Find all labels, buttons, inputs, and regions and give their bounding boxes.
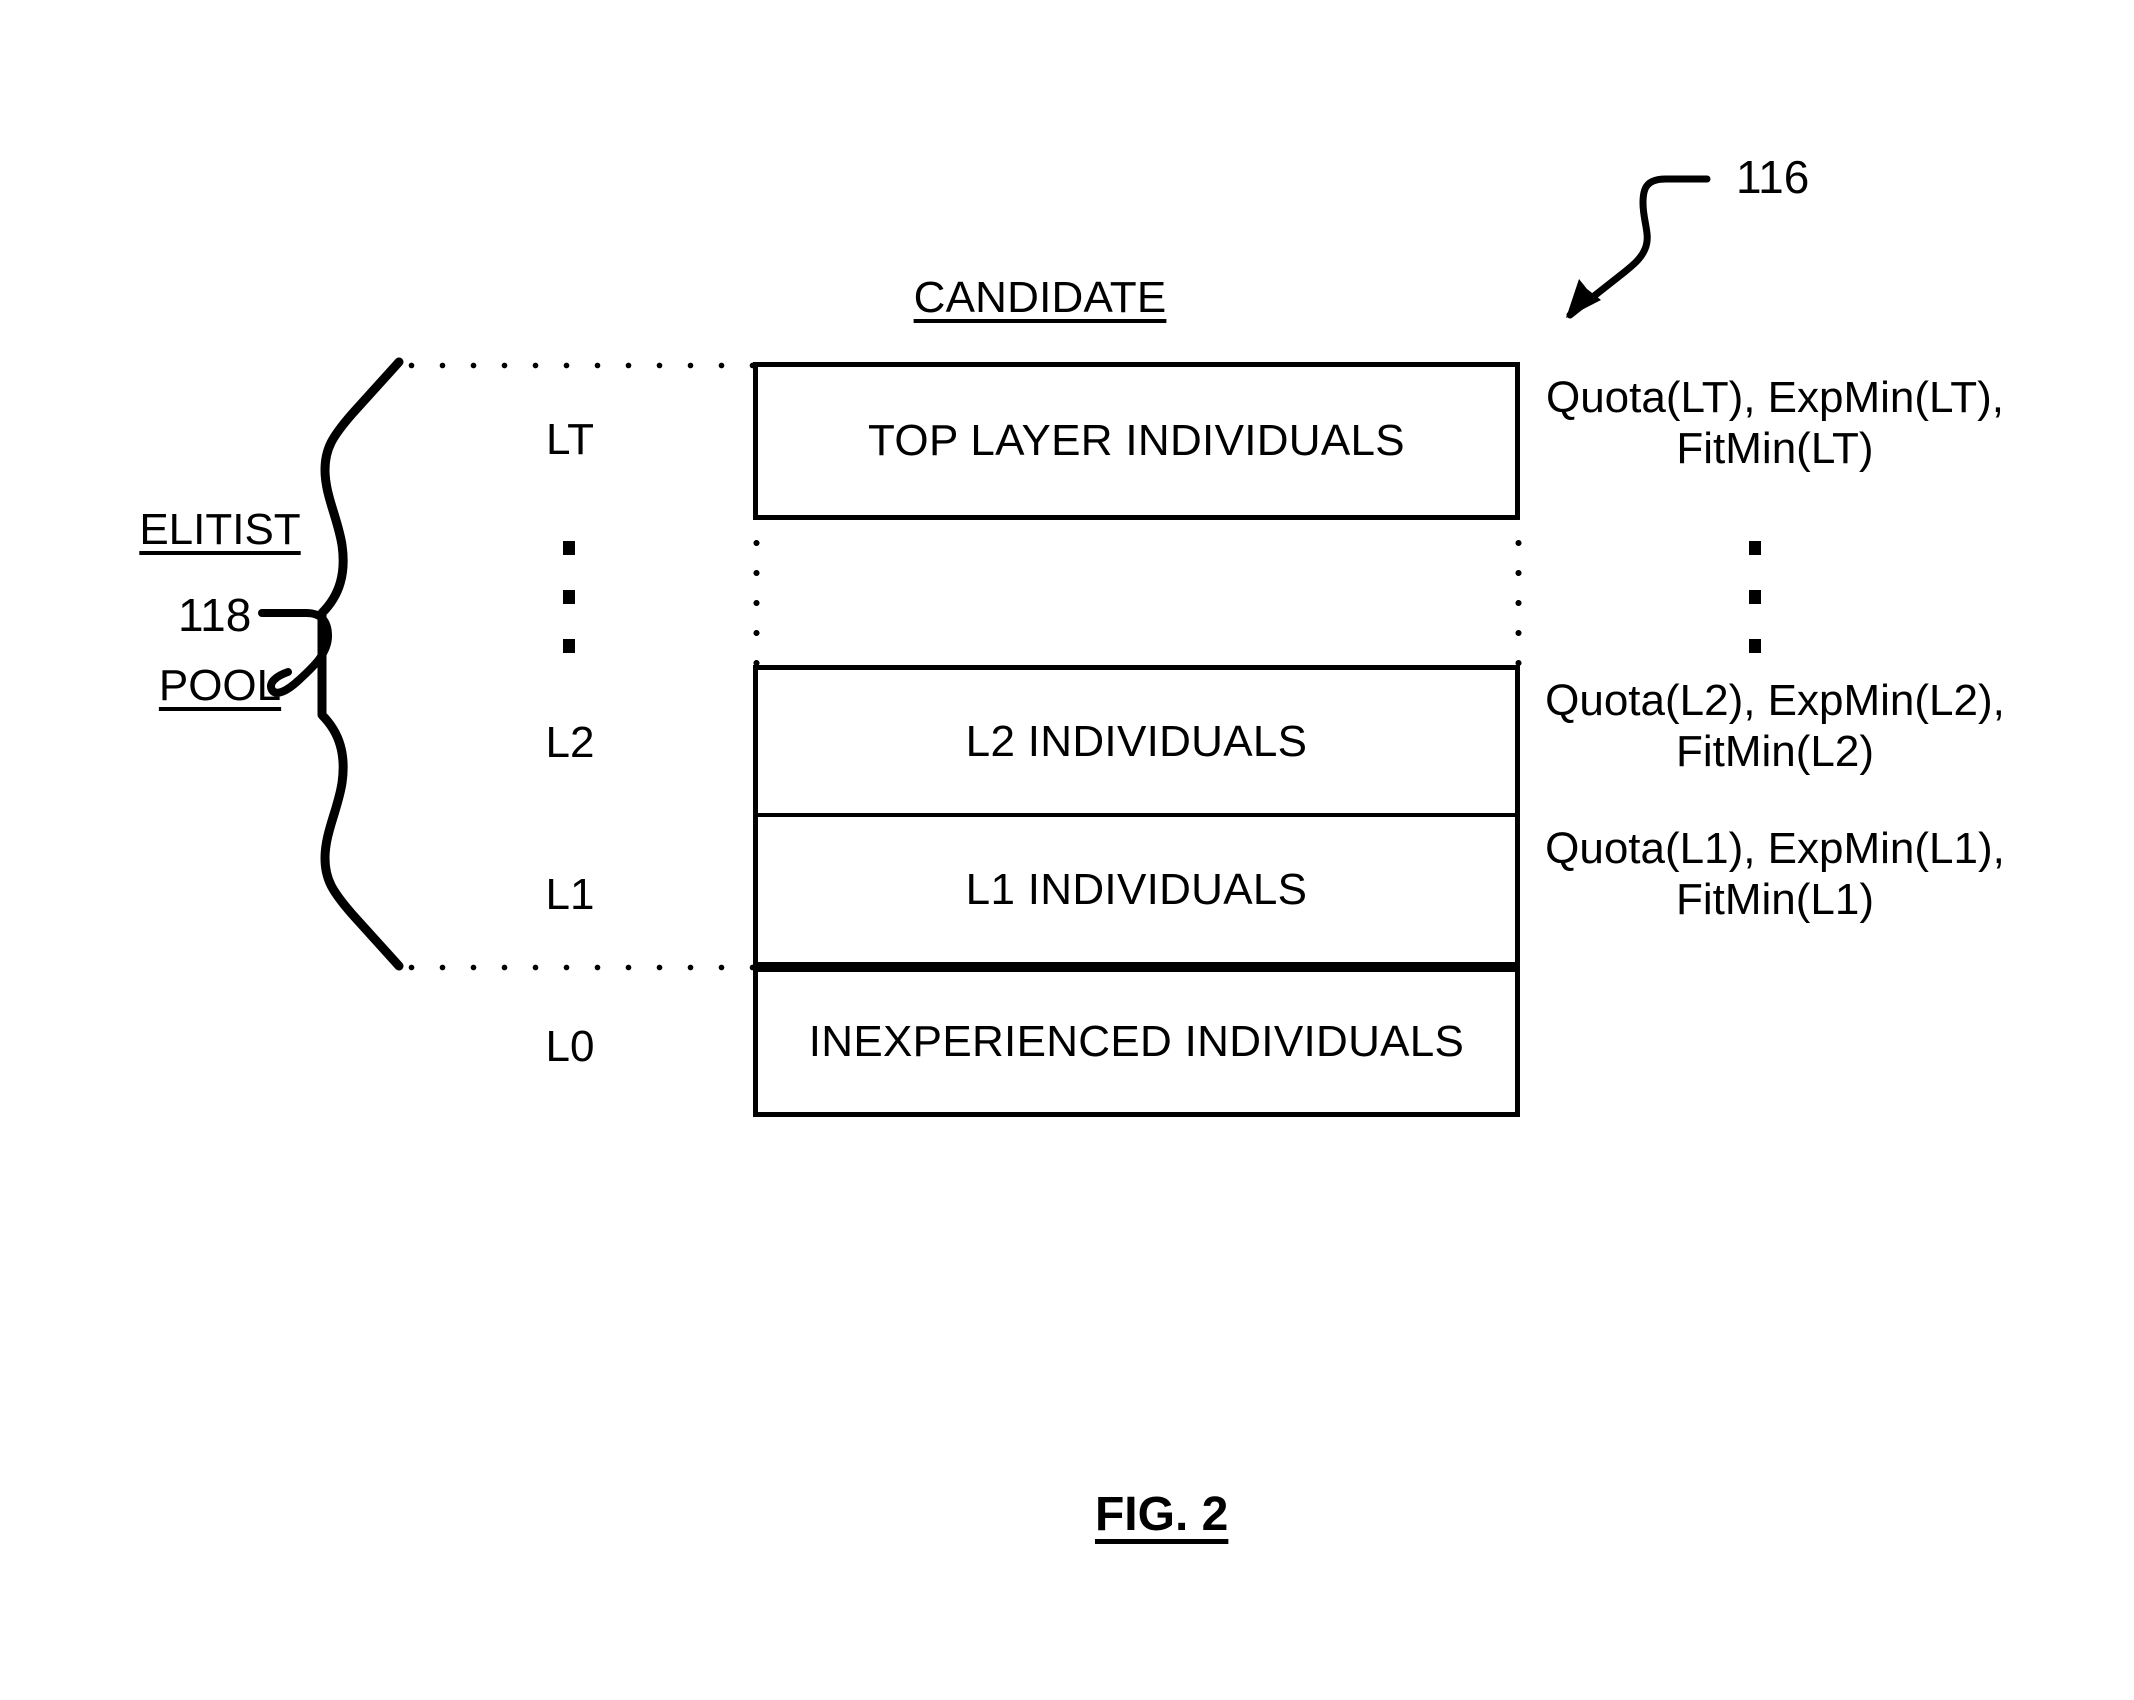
elitist-pool-line-2: POOL [85,660,355,712]
layer-tag-l0: L0 [545,1022,595,1071]
page-title-text-1: CANDIDATE [913,272,1167,322]
layer-box-lt: TOP LAYER INDIVIDUALS [753,362,1520,520]
layer-tag-l1: L1 [545,870,595,919]
layer-annotation-lt-line-1: Quota(LT), ExpMin(LT), [1545,373,2005,422]
layer-annotation-l2-line-2: FitMin(L2) [1675,727,1875,777]
figure-caption: FIG. 2 [935,1430,1335,1600]
figure-canvas: CANDIDATE GENE POOL 116 ELITIST POOL 118… [0,0,2134,1700]
ellipsis-dot [563,590,575,604]
layer-box-l2: L2 INDIVIDUALS [753,665,1520,817]
layer-tag-l2: L2 [545,718,595,767]
layer-box-l0: INEXPERIENCED INDIVIDUALS [753,967,1520,1117]
layer-annotation-l1-line-1: Quota(L1), ExpMin(L1), [1545,824,2005,873]
reference-numeral-118: 118 [178,589,252,641]
vertical-ellipsis-icon-layers [563,541,575,653]
ellipsis-dot [563,639,575,653]
leader-line-116 [1566,175,1711,319]
dotted-box-edge-left [753,528,760,668]
layer-annotation-lt: Quota(LT), ExpMin(LT), FitMin(LT) [1540,372,2010,474]
layer-box-label-l1: L1 INDIVIDUALS [965,864,1308,914]
layer-annotation-lt-line-2: FitMin(LT) [1676,424,1874,474]
layer-box-l1: L1 INDIVIDUALS [753,817,1520,967]
layer-box-label-lt: TOP LAYER INDIVIDUALS [868,416,1405,465]
arrowhead-116 [1566,279,1601,318]
layer-box-label-l2: L2 INDIVIDUALS [965,716,1308,766]
elitist-pool-text-1: ELITIST [139,504,301,554]
layer-box-label-l0: INEXPERIENCED INDIVIDUALS [808,1017,1465,1066]
dotted-box-edge-right [1515,528,1522,668]
layer-annotation-l1-line-2: FitMin(L1) [1675,875,1875,925]
reference-numeral-116: 116 [1736,151,1810,203]
layer-annotation-l2: Quota(L2), ExpMin(L2), FitMin(L2) [1540,675,2010,777]
ellipsis-dot [1749,639,1761,653]
ellipsis-dot [1749,590,1761,604]
ellipsis-dot [1749,541,1761,555]
figure-caption-text: FIG. 2 [1094,1487,1229,1541]
layer-annotation-l1: Quota(L1), ExpMin(L1), FitMin(L1) [1540,823,2010,925]
layer-annotation-l2-line-1: Quota(L2), ExpMin(L2), [1545,676,2005,725]
page-title-line-1: CANDIDATE [840,272,1240,324]
dotted-connector-top [396,362,758,369]
elitist-pool-text-2: POOL [158,660,282,710]
ellipsis-dot [563,541,575,555]
vertical-ellipsis-icon-annotations [1749,541,1761,653]
layer-tag-lt: LT [545,415,595,464]
dotted-connector-bottom [396,964,758,971]
elitist-pool-line-1: ELITIST [85,504,355,556]
